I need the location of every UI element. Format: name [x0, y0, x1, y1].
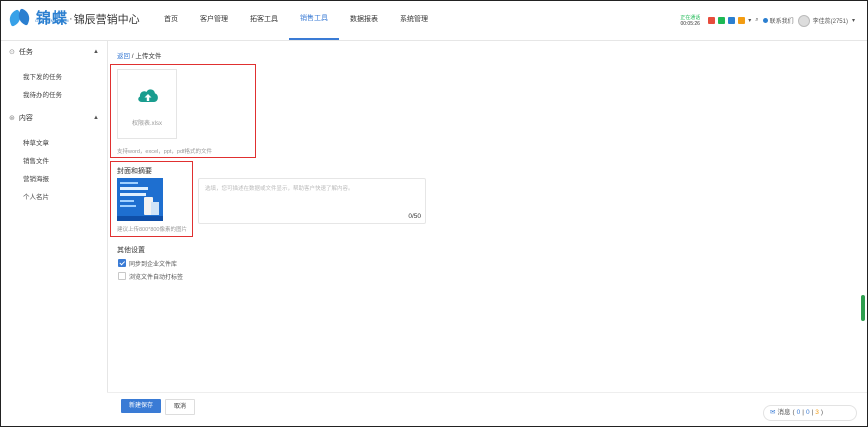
nav-sales-tools[interactable]: 销售工具: [289, 1, 339, 40]
call-status[interactable]: 正在通话 00:05:26: [680, 15, 700, 27]
sidebar: ⊙ 任务 ▲ 我下发的任务 我待办的任务 ⊛ 内容 ▲ 种草文章 销售文件 营销…: [1, 41, 108, 426]
collapse-icon[interactable]: ▲: [93, 115, 99, 121]
user-name[interactable]: 李佳蕊(2751): [813, 16, 848, 25]
nav-reports[interactable]: 数据报表: [339, 1, 389, 40]
breadcrumb: 返回 / 上传文件: [117, 50, 161, 60]
sidebar-section-tasks[interactable]: ⊙ 任务 ▲: [9, 47, 99, 57]
summary-placeholder: 选填，您可描述在数据或文件显示，帮助客户快速了解内容。: [205, 186, 354, 192]
app-red-icon[interactable]: [708, 17, 716, 24]
contact-dot-icon: [762, 18, 768, 23]
top-header: 锦蝶 · 锦辰营销中心 GDCRM.COM 首页 客户管理 拓客工具 销售工具 …: [1, 1, 867, 41]
logo-dot: ·: [69, 13, 73, 25]
other-settings-title: 其他设置: [117, 247, 145, 254]
message-count-1: 0: [796, 409, 801, 416]
message-count-2: 0: [805, 409, 810, 416]
upload-hint: 支持word，excel，ppt，pdf格式的文件: [117, 149, 213, 155]
cover-image[interactable]: [117, 178, 163, 221]
app-name: 锦辰营销中心: [73, 14, 140, 26]
avatar[interactable]: [797, 14, 810, 27]
scrollbar-thumb[interactable]: [861, 295, 865, 321]
nav-system[interactable]: 系统管理: [389, 1, 439, 40]
app-window: 锦蝶 · 锦辰营销中心 GDCRM.COM 首页 客户管理 拓客工具 销售工具 …: [0, 0, 868, 427]
logo-subtext: GDCRM.COM: [35, 18, 70, 23]
form-footer: [107, 392, 867, 426]
message-badge[interactable]: ✉ 消息(0 | 0 | 3): [763, 405, 857, 421]
sync-library-checkbox[interactable]: [118, 259, 126, 267]
sidebar-section-content[interactable]: ⊛ 内容 ▲: [9, 113, 99, 123]
message-label: 消息: [777, 409, 791, 416]
sidebar-item-posters[interactable]: 营销海报: [23, 173, 49, 183]
sidebar-section-label: 内容: [18, 115, 33, 122]
chevron-down-icon[interactable]: ▾: [852, 17, 855, 24]
uploaded-file-card[interactable]: 权限表.xlsx: [117, 69, 177, 139]
main-nav: 首页 客户管理 拓客工具 销售工具 数据报表 系统管理: [153, 1, 439, 40]
sidebar-item-articles[interactable]: 种草文章: [23, 137, 49, 147]
auto-tag-checkbox[interactable]: [118, 272, 126, 280]
sync-library-label: 同步到企业文件库: [129, 262, 178, 268]
cover-hint: 建议上传800*800像素的图片: [117, 227, 187, 233]
collapse-icon[interactable]: ▲: [93, 49, 99, 55]
auto-tag-label: 浏览文件自动打标签: [129, 275, 184, 281]
save-button[interactable]: 新建保存: [121, 399, 161, 413]
apps-dropdown-icon[interactable]: ▾: [748, 17, 751, 24]
sidebar-item-sales-files[interactable]: 销售文件: [23, 155, 49, 165]
nav-prospecting[interactable]: 拓客工具: [239, 1, 289, 40]
message-icon: ✉: [770, 409, 776, 416]
app-orange-icon[interactable]: [738, 17, 746, 24]
header-right: 正在通话 00:05:26 ▾ ⌕ 联系我们 李佳蕊(2751) ▾: [680, 1, 859, 40]
nav-customers[interactable]: 客户管理: [189, 1, 239, 40]
breadcrumb-back-link[interactable]: 返回: [117, 53, 130, 60]
breadcrumb-current: 上传文件: [135, 53, 162, 60]
call-timer: 00:05:26: [680, 20, 700, 27]
app-blue-icon[interactable]: [728, 17, 736, 24]
butterfly-logo-icon: [6, 8, 33, 29]
nav-home[interactable]: 首页: [153, 1, 189, 40]
contact-us-link[interactable]: 联系我们: [770, 16, 794, 25]
brand-logo[interactable]: 锦蝶 · 锦辰营销中心: [6, 8, 140, 29]
task-icon: ⊙: [9, 49, 15, 56]
summary-textarea[interactable]: 选填，您可描述在数据或文件显示，帮助客户快速了解内容。 0/50: [198, 178, 426, 224]
char-counter: 0/50: [408, 213, 421, 220]
cloud-upload-icon: [138, 89, 158, 102]
uploaded-file-name: 权限表.xlsx: [131, 121, 162, 127]
cancel-button[interactable]: 取消: [165, 399, 195, 415]
sidebar-item-todo-tasks[interactable]: 我待办的任务: [23, 89, 62, 99]
call-status-label: 正在通话: [680, 14, 701, 21]
content-icon: ⊛: [9, 115, 15, 122]
sidebar-section-label: 任务: [18, 49, 33, 56]
sidebar-item-business-card[interactable]: 个人名片: [23, 191, 49, 201]
app-green-icon[interactable]: [718, 17, 726, 24]
sidebar-item-issued-tasks[interactable]: 我下发的任务: [23, 71, 62, 81]
cover-section-title: 封面和摘要: [117, 168, 152, 175]
message-count-3: 3: [815, 409, 819, 416]
search-icon[interactable]: ⌕: [755, 17, 758, 24]
